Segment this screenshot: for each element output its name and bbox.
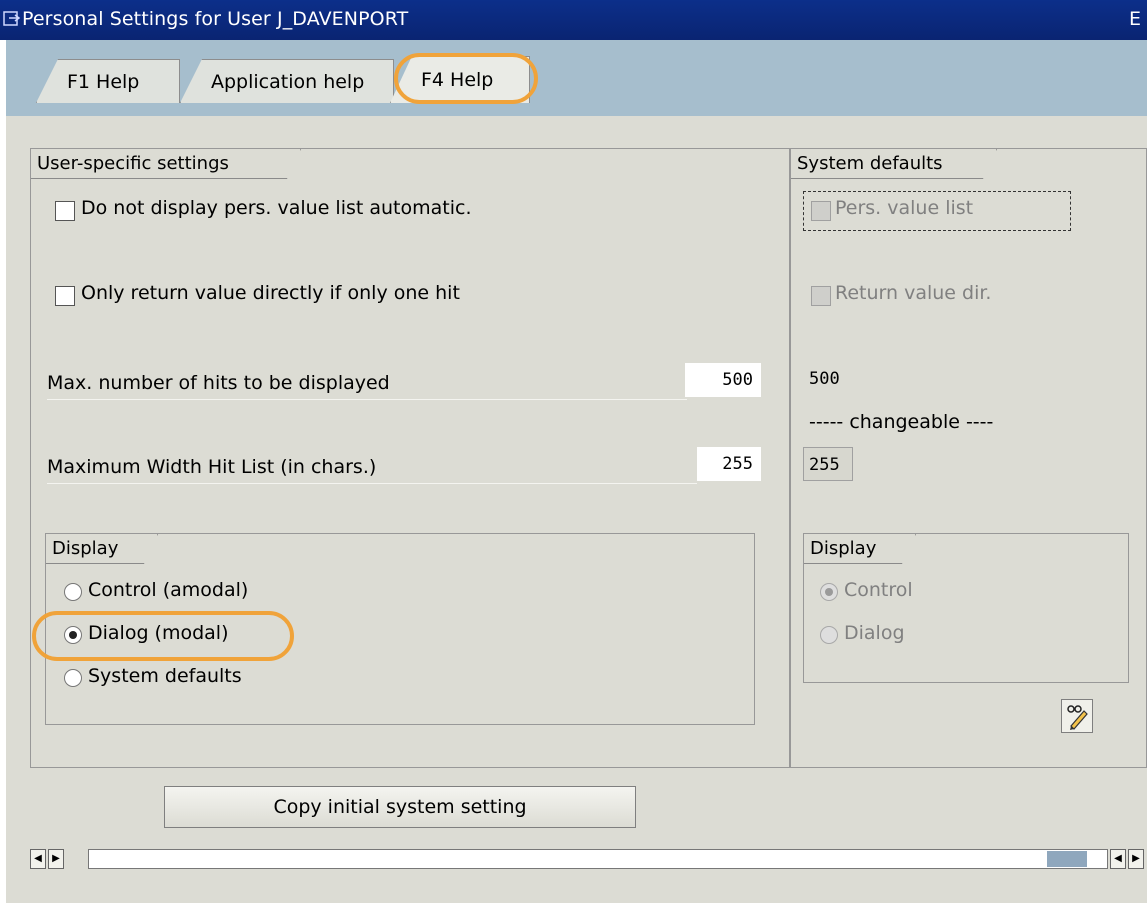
- radio-dialog-modal[interactable]: [64, 626, 82, 644]
- max-width-label: Maximum Width Hit List (in chars.): [47, 451, 697, 484]
- user-settings-panel: User-specific settings Do not display pe…: [30, 148, 790, 768]
- copy-initial-setting-button[interactable]: Copy initial system setting: [164, 786, 636, 828]
- system-defaults-title: System defaults: [791, 149, 997, 179]
- user-settings-title: User-specific settings: [31, 149, 301, 179]
- system-max-width-value: 255: [803, 447, 853, 481]
- max-width-input[interactable]: 255: [697, 447, 761, 481]
- system-radio-dialog: [820, 626, 838, 644]
- return-value-dir-checkbox: [811, 286, 831, 306]
- max-hits-input[interactable]: 500: [685, 363, 761, 397]
- content-area: User-specific settings Do not display pe…: [6, 116, 1147, 903]
- return-direct-checkbox[interactable]: [55, 286, 75, 306]
- radio-system-defaults[interactable]: [64, 669, 82, 687]
- return-direct-label: Only return value directly if only one h…: [81, 282, 460, 304]
- tab-application-help[interactable]: Application help: [180, 59, 394, 103]
- pencil-glasses-icon: [1067, 705, 1088, 730]
- scroll-left-end-icon[interactable]: ◀: [1110, 849, 1126, 869]
- tab-application-help-label: Application help: [211, 71, 365, 93]
- tab-f4-help[interactable]: F4 Help: [390, 56, 530, 103]
- return-value-dir-label: Return value dir.: [835, 282, 992, 304]
- window-title-bar: Personal Settings for User J_DAVENPORT E: [0, 0, 1147, 40]
- system-display-group: Display Control Dialog: [803, 533, 1129, 683]
- scroll-right-icon[interactable]: ▶: [48, 849, 64, 869]
- system-max-hits-value: 500: [809, 369, 840, 389]
- tab-f4-help-label: F4 Help: [421, 69, 494, 91]
- changeable-note: ----- changeable ----: [809, 411, 994, 433]
- scroll-right-end-icon[interactable]: ▶: [1128, 849, 1144, 869]
- display-group-title: Display: [46, 534, 158, 564]
- scroll-track[interactable]: [88, 849, 1108, 869]
- window-menu-icon[interactable]: [3, 10, 21, 28]
- horizontal-scrollbar[interactable]: ◀ ▶ ◀ ▶: [6, 849, 1147, 871]
- pers-value-list-checkbox: [811, 201, 831, 221]
- system-radio-dialog-label: Dialog: [844, 622, 905, 644]
- window-title: Personal Settings for User J_DAVENPORT: [22, 8, 409, 30]
- tab-f1-help-label: F1 Help: [67, 71, 140, 93]
- max-hits-label: Max. number of hits to be displayed: [47, 367, 687, 400]
- radio-dialog-modal-label: Dialog (modal): [88, 622, 229, 644]
- system-radio-control-label: Control: [844, 579, 913, 601]
- tab-f1-help[interactable]: F1 Help: [36, 59, 180, 103]
- system-display-group-title: Display: [804, 534, 916, 564]
- radio-control-amodal-label: Control (amodal): [88, 579, 249, 601]
- display-group: Display Control (amodal) Dialog (modal) …: [32, 533, 755, 725]
- scroll-thumb[interactable]: [1047, 851, 1087, 867]
- tab-strip: F1 Help Application help F4 Help: [6, 40, 1147, 116]
- no-display-checkbox[interactable]: [55, 201, 75, 221]
- system-radio-control: [820, 583, 838, 601]
- edit-defaults-button[interactable]: [1061, 699, 1093, 733]
- system-defaults-panel: System defaults Pers. value list Return …: [790, 148, 1147, 768]
- radio-control-amodal[interactable]: [64, 583, 82, 601]
- scroll-left-icon[interactable]: ◀: [30, 849, 46, 869]
- pers-value-list-label: Pers. value list: [835, 197, 974, 219]
- window-title-right-glyph: E: [1129, 8, 1142, 30]
- no-display-label: Do not display pers. value list automati…: [81, 197, 472, 219]
- radio-system-defaults-label: System defaults: [88, 665, 242, 687]
